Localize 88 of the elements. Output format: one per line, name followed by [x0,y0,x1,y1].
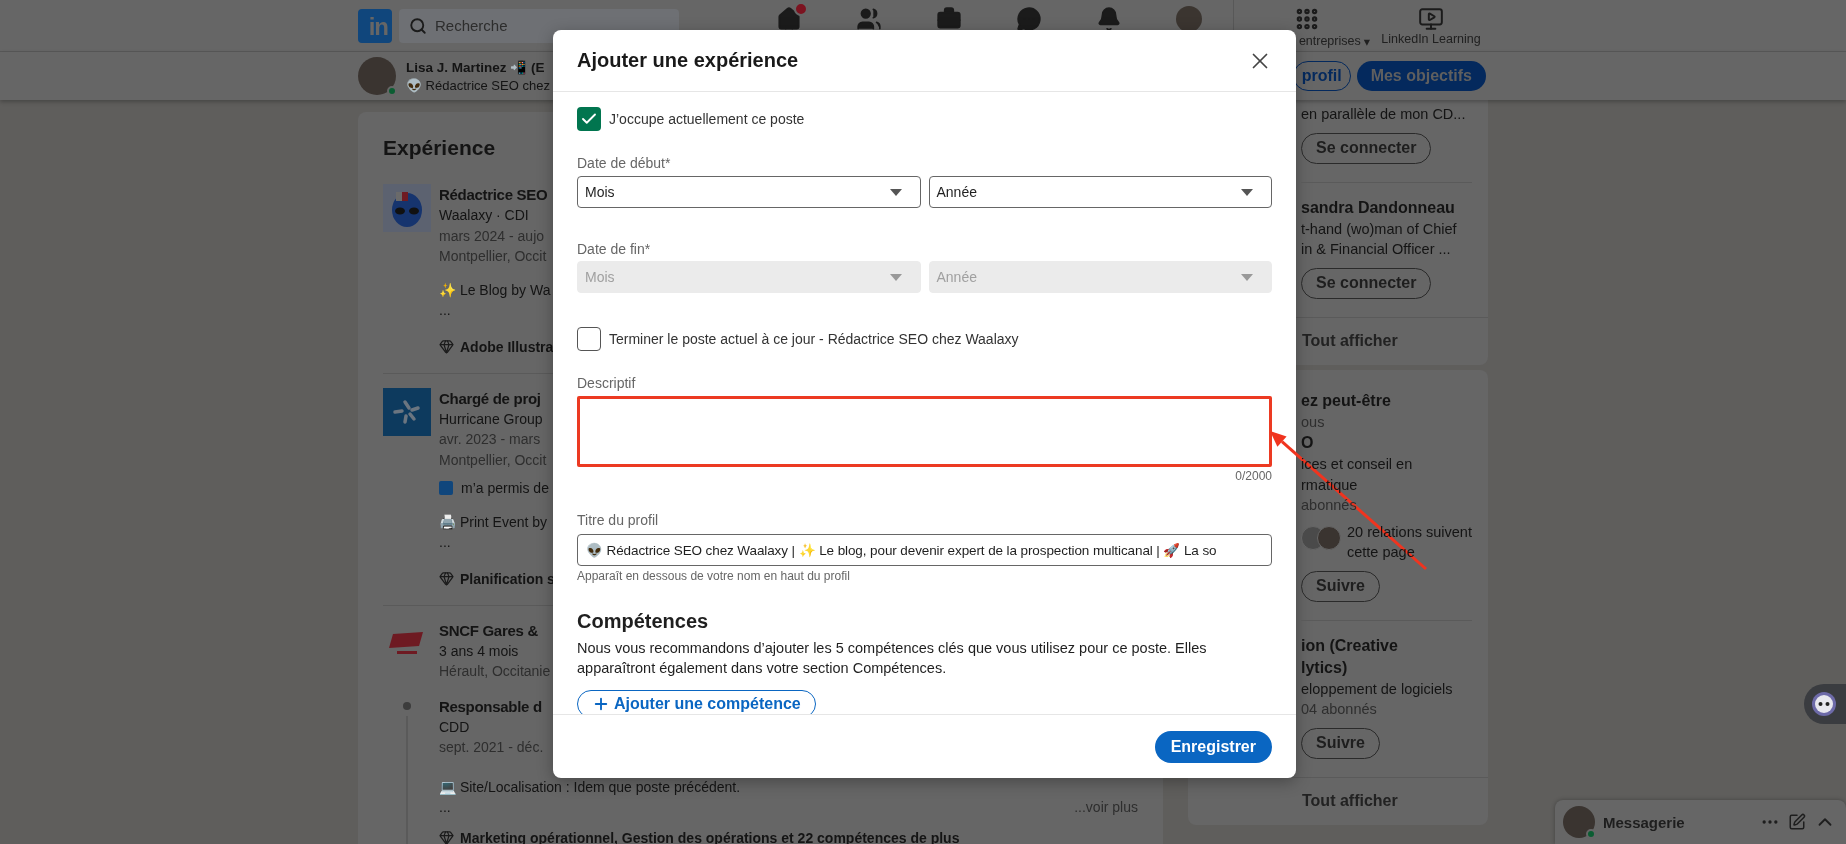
job-title[interactable]: SNCF Gares & [439,619,538,641]
video-course-icon[interactable] [1418,6,1444,32]
plus-icon [592,695,610,713]
company-text: 3 ans 4 mois [439,641,519,661]
gem-icon [439,571,454,586]
checkbox[interactable] [577,107,601,131]
home-icon[interactable] [776,6,802,32]
caret-icon [1241,188,1253,196]
checkbox-label: Terminer le poste actuel à ce jour - Rédactrice SEO chez Waalaxy [609,331,1019,347]
company-text: Hurricane Group [439,409,543,429]
timeline-dot [403,701,411,710]
profile-headline: 👽 Rédactrice SEO chez [406,77,550,94]
robot-icon [1811,691,1837,717]
caret-icon[interactable]: ▾ [1363,34,1370,49]
nav-label[interactable]: LinkedIn Learning [1381,32,1481,46]
entity-name[interactable]: O [1301,432,1472,454]
checkbox-label: J’occupe actuellement ce poste [609,111,805,127]
checkbox[interactable] [577,327,601,351]
grid-icon[interactable] [1294,6,1320,32]
entity-name[interactable]: ez peut-être [1301,389,1472,412]
section-title: Expérience [383,135,497,161]
entity-name[interactable]: ion (Creative [1301,634,1472,657]
date-select[interactable]: Mois [577,176,921,208]
headline-field[interactable]: 👽 Rédactrice SEO chez Waalaxy | ✨ Le blog, pour devenir expert de la prospection multicanal | 🚀 La so [577,534,1272,566]
app-logo-icon [439,481,453,496]
job-title[interactable]: Responsable d [439,695,542,717]
avatar [1563,806,1595,838]
date-select[interactable]: Année [928,176,1272,208]
skills-description: Nous vous recommandons d’ajouter les 5 compétences clés que vous utilisez pour ce poste. Elles apparaîtront également dans votre section Compétences. [577,639,1208,678]
description-text: ✨ Le Blog by Wa [439,280,551,300]
field-label: Descriptif [577,374,637,393]
job-title[interactable]: Chargé de proj [439,387,541,409]
people-icon[interactable] [856,6,882,32]
nav-label[interactable]: entreprises [1298,34,1361,49]
entity-description: en parallèle de mon CD... [1301,105,1467,124]
entity-name[interactable]: lytics) [1301,656,1472,679]
description-text: 💻 Site/Localisation : Idem que poste précédent. [439,777,741,797]
section-title: Compétences [577,609,710,634]
profile-button[interactable]: Mes objectifs [1356,61,1486,91]
caret-icon [889,188,902,196]
dialog-title: Ajouter une expérience [577,49,799,72]
field-hint: Apparaît en dessous de votre nom en haut du profil [577,568,851,584]
gem-icon [439,830,454,844]
app-logo[interactable]: in [358,8,392,43]
profile-name: Lisa J. Martinez 📲 (E [406,59,546,77]
skills-text: Adobe Illustra [460,338,554,355]
entity-meta: ous [1301,412,1326,432]
field-label: Titre du profil [577,511,660,530]
location-text: Hérault, Occitanie [439,662,551,681]
caret-icon [889,273,902,281]
avatar[interactable] [1176,6,1202,32]
follower-avatars [1301,525,1341,550]
field-label: Date de début* [577,154,672,173]
alien-logo [383,184,431,232]
entity-name[interactable]: sandra Dandonneau [1301,196,1472,219]
description-text: m’a permis de [461,479,549,498]
add-skill-button[interactable]: Ajouter une compétence [577,690,816,714]
avatar [358,57,396,95]
save-button[interactable]: Enregistrer [1154,730,1272,763]
pinwheel-logo [383,387,431,436]
job-title[interactable]: Rédactrice SEO [439,184,548,205]
company-text: CDD [439,717,470,737]
caret-icon [1241,273,1253,281]
gem-icon [439,339,454,354]
dates-text: mars 2024 - aujo [439,226,545,246]
description-field[interactable] [577,396,1272,467]
entity-description: eloppement de logiciels [1301,679,1454,699]
company-text: Waalaxy · CDI [439,206,529,225]
description-text: ... [439,301,451,320]
chat-icon[interactable] [1016,6,1042,32]
dates-text: avr. 2023 - mars [439,430,541,449]
character-counter: 0/2000 [1234,468,1272,484]
search-icon [409,16,427,35]
entity-description: t-hand (wo)man of Chief [1301,219,1458,239]
field-label: Date de fin* [577,240,652,259]
messaging-title[interactable]: Messagerie [1603,813,1752,831]
location-text: Montpellier, Occit [439,247,547,266]
bell-icon[interactable] [1096,6,1122,32]
compose-icon[interactable] [1788,813,1806,831]
dates-text: sept. 2021 - déc. [439,738,544,757]
description-text: ... [439,798,451,817]
description-text: ... [439,533,451,552]
location-text: Montpellier, Occit [439,450,547,470]
assistant-button[interactable] [1804,684,1846,724]
entity-description: in & Financial Officer ... [1301,240,1452,259]
entity-meta: 04 abonnés [1301,700,1378,719]
description-text: 🖨 Print Event by [439,512,548,532]
see-more-link[interactable]: ...voir plus [1074,799,1138,816]
